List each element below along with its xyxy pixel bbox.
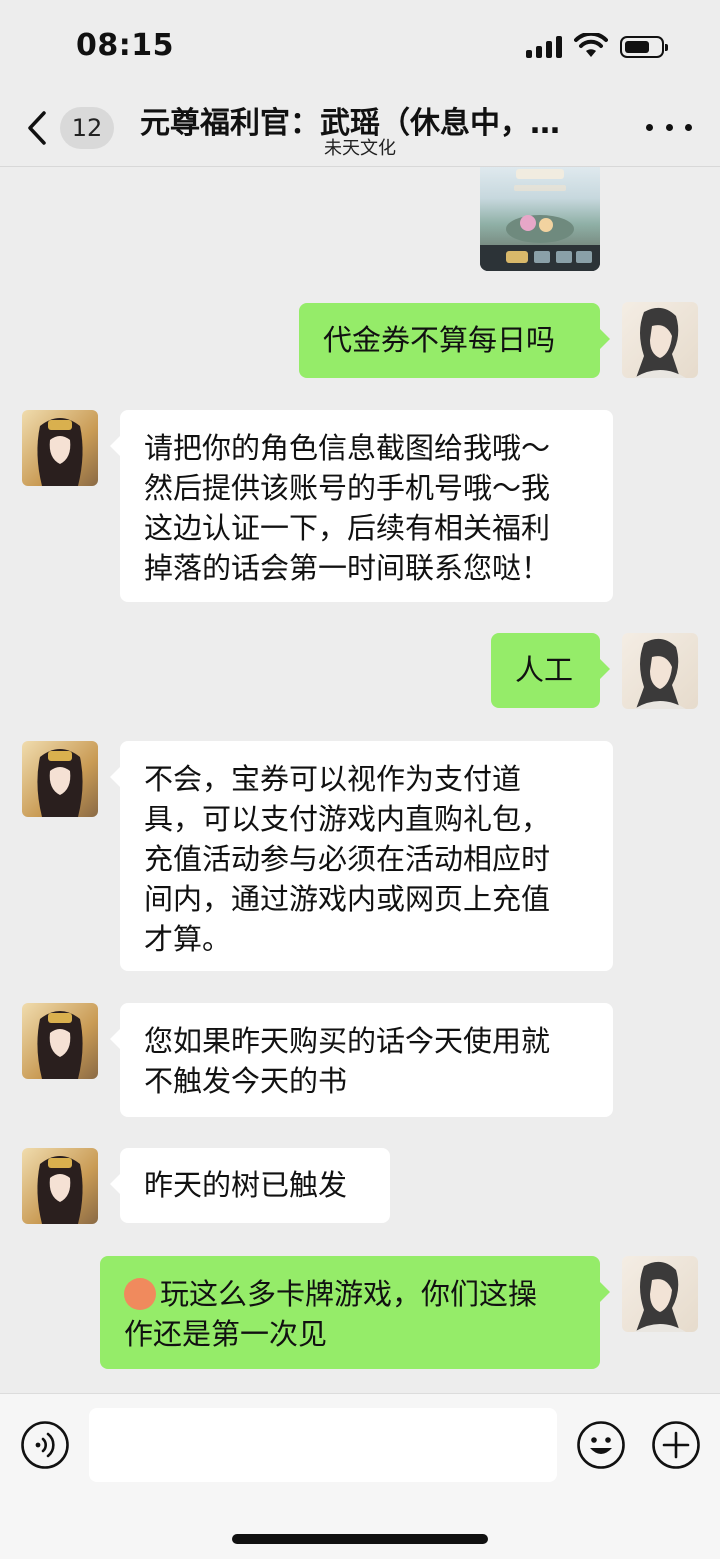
message-bubble-sent[interactable]: 玩这么多卡牌游戏，你们这操 作还是第一次见	[100, 1256, 610, 1369]
message-bubble-sent[interactable]: 人工	[491, 633, 610, 708]
message-bubble-received[interactable]: 请把你的角色信息截图给我哦～ 然后提供该账号的手机号哦～我 这边认证一下，后续有…	[110, 410, 613, 602]
battery-icon	[620, 36, 668, 58]
message-line: 请把你的角色信息截图给我哦～	[144, 431, 551, 465]
message-line: 不会，宝券可以视作为支付道	[144, 762, 522, 796]
message-line: 这边认证一下，后续有相关福利	[144, 511, 551, 545]
message-text: 人工	[515, 653, 574, 687]
message-list[interactable]: 代金券不算每日吗 请把你的角色信息截图给我哦～ 然后提供该账号的手机号哦～我 这…	[0, 167, 720, 1393]
smiley-icon	[577, 1421, 625, 1469]
message-line-text: 玩这么多卡牌游戏，你们这操	[160, 1277, 538, 1311]
more-functions-button[interactable]	[651, 1420, 701, 1470]
plus-icon	[652, 1421, 700, 1469]
voice-input-button[interactable]	[20, 1420, 70, 1470]
message-bubble-received[interactable]: 昨天的树已触发	[110, 1148, 390, 1223]
message-text: 代金券不算每日吗	[323, 323, 556, 357]
message-line: 然后提供该账号的手机号哦～我	[144, 471, 551, 505]
more-options-button[interactable]	[646, 112, 692, 142]
message-line: 作还是第一次见	[124, 1317, 328, 1351]
chat-header: 12 元尊福利官：武瑶（休息中，… 未天文化	[0, 90, 720, 167]
message-bubble-received[interactable]: 不会，宝券可以视作为支付道 具，可以支付游戏内直购礼包， 充值活动参与必须在活动…	[110, 741, 613, 971]
home-indicator[interactable]	[232, 1534, 488, 1544]
message-line: 玩这么多卡牌游戏，你们这操	[124, 1274, 576, 1314]
self-avatar[interactable]	[622, 302, 698, 378]
message-line: 不触发今天的书	[144, 1064, 348, 1098]
voice-icon	[21, 1421, 69, 1469]
contact-avatar[interactable]	[22, 741, 98, 817]
chat-subtitle: 未天文化	[324, 138, 396, 159]
message-line: 您如果昨天购买的话今天使用就	[144, 1024, 551, 1058]
input-bar	[0, 1393, 720, 1559]
contact-avatar[interactable]	[22, 1003, 98, 1079]
emoji-button[interactable]	[576, 1420, 626, 1470]
message-input[interactable]	[89, 1408, 557, 1482]
contact-avatar[interactable]	[22, 410, 98, 486]
self-avatar[interactable]	[622, 1256, 698, 1332]
status-time: 08:15	[76, 28, 174, 63]
hot-face-emoji-icon	[124, 1278, 156, 1310]
more-dot-icon	[665, 123, 673, 131]
image-message[interactable]	[480, 167, 600, 271]
status-bar: 08:15	[0, 0, 720, 90]
message-line: 具，可以支付游戏内直购礼包，	[144, 802, 551, 836]
contact-avatar[interactable]	[22, 1148, 98, 1224]
message-bubble-sent[interactable]: 代金券不算每日吗	[299, 303, 610, 378]
message-bubble-received[interactable]: 您如果昨天购买的话今天使用就 不触发今天的书	[110, 1003, 613, 1117]
game-screenshot-thumbnail	[480, 169, 600, 271]
message-line: 间内，通过游戏内或网页上充值	[144, 882, 551, 916]
wifi-icon	[574, 33, 608, 57]
message-line: 才算。	[144, 922, 232, 956]
cellular-signal-icon	[526, 36, 564, 58]
more-dot-icon	[685, 123, 692, 131]
message-line: 充值活动参与必须在活动相应时	[144, 842, 551, 876]
self-avatar[interactable]	[622, 633, 698, 709]
message-text: 昨天的树已触发	[144, 1168, 348, 1202]
more-dot-icon	[646, 123, 653, 131]
message-line: 掉落的话会第一时间联系您哒！	[144, 551, 551, 585]
